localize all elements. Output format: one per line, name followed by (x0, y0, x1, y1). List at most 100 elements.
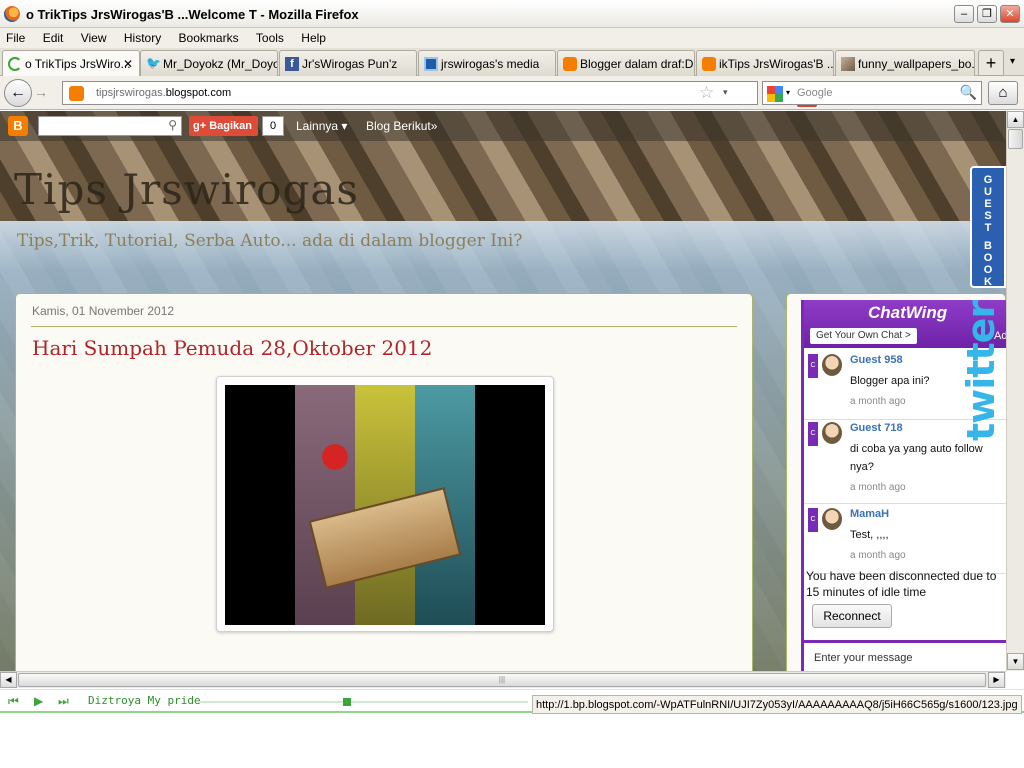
tab-4[interactable]: Blogger dalam draf:D... (557, 50, 695, 76)
message-user[interactable]: Guest 718 (850, 422, 903, 434)
tab-2[interactable]: f Jr'sWirogas Pun'z (279, 50, 417, 76)
progress-knob[interactable] (342, 698, 351, 706)
forward-button[interactable]: → (34, 84, 48, 100)
message-tag: C (808, 508, 818, 532)
post-image-frame (216, 376, 554, 632)
menu-history[interactable]: History (118, 28, 169, 45)
avatar[interactable] (822, 422, 842, 444)
scroll-thumb[interactable] (1008, 129, 1023, 149)
tab-strip: o TrikTips JrsWiro... ✕ 🐦 Mr_Doyokz (Mr_… (0, 48, 1024, 77)
bookmark-star-icon[interactable]: ☆ (699, 83, 714, 103)
tab-label: ikTips JrsWirogas'B .... (719, 57, 834, 71)
tab-list-icon[interactable]: ▾ (1010, 56, 1015, 67)
play-icon[interactable]: ▶ (34, 694, 43, 708)
new-tab-button[interactable]: + (978, 50, 1004, 76)
divider (804, 640, 1006, 643)
google-icon[interactable] (767, 86, 783, 102)
blogger-icon (69, 86, 84, 101)
divider (31, 326, 737, 327)
post-title[interactable]: Hari Sumpah Pemuda 28,Oktober 2012 (32, 336, 432, 360)
blogger-navbar: B ⚲ g+ Bagikan 0 Lainnya ▾ Blog Berikut» (0, 111, 1006, 141)
disconnected-notice: You have been disconnected due to 15 min… (806, 569, 997, 599)
twitter-follow-badge[interactable]: twitter (956, 289, 1003, 441)
search-engine-dropdown-icon[interactable]: ▾ (786, 88, 790, 97)
next-track-icon[interactable]: ⏭ (58, 694, 69, 709)
share-count: 0 (262, 116, 284, 136)
maximize-button[interactable]: ❐ (977, 5, 997, 23)
guestbook-tab[interactable]: GUESTBOOK (970, 166, 1006, 288)
gplus-share-button[interactable]: g+ Bagikan (189, 116, 259, 136)
blogger-icon (563, 57, 577, 71)
blogger-icon (702, 57, 716, 71)
chat-message-input[interactable]: Enter your message (814, 652, 912, 664)
minimize-button[interactable]: – (954, 5, 974, 23)
next-blog-link[interactable]: Blog Berikut» (366, 119, 437, 133)
tab-0[interactable]: o TrikTips JrsWiro... ✕ (2, 50, 140, 77)
blog-title[interactable]: Tips Jrswirogas (14, 165, 359, 214)
tab-3[interactable]: jrswirogas's media (418, 50, 556, 76)
menu-view[interactable]: View (75, 28, 115, 45)
message-user[interactable]: MamaH (850, 508, 889, 520)
close-window-button[interactable]: ✕ (1000, 5, 1020, 23)
blog-post: Kamis, 01 November 2012 Hari Sumpah Pemu… (15, 293, 753, 671)
page-viewport: B ⚲ g+ Bagikan 0 Lainnya ▾ Blog Berikut»… (0, 111, 1006, 671)
scroll-left-arrow-icon[interactable]: ◀ (0, 672, 17, 688)
status-url: http://1.bp.blogspot.com/-WpATFulnRNI/UJ… (532, 695, 1022, 714)
more-menu[interactable]: Lainnya ▾ (296, 119, 347, 133)
search-bar[interactable]: ▾ Google 🔍 (762, 81, 982, 105)
message-time: a month ago (850, 550, 906, 561)
gplus-icon: g+ (193, 120, 207, 132)
url-bar[interactable]: tipsjrswirogas.blogspot.com ☆ ▾ ✕ (62, 81, 817, 107)
avatar[interactable] (822, 508, 842, 530)
blog-description: Tips,Trik, Tutorial, Serba Auto... ada d… (17, 231, 523, 251)
horizontal-scrollbar[interactable]: ◀ ||| ▶ (0, 671, 1006, 688)
search-input[interactable]: Google (797, 87, 832, 99)
avatar[interactable] (822, 354, 842, 376)
url-dropdown-icon[interactable]: ▾ (723, 87, 728, 98)
chatwing-logo[interactable]: ChatWing (868, 303, 947, 323)
message-text: di coba ya yang auto follow nya? (850, 443, 983, 473)
track-progress-bar[interactable] (198, 698, 528, 706)
image-icon (841, 57, 855, 71)
reconnect-button[interactable]: Reconnect (812, 604, 892, 628)
message-user[interactable]: Guest 958 (850, 354, 903, 366)
loading-icon (8, 57, 22, 71)
vertical-scrollbar[interactable]: ▲ ▼ (1006, 111, 1024, 671)
chat-message: C MamaH Test, ,,,, a month ago (804, 504, 1006, 574)
scroll-down-arrow-icon[interactable]: ▼ (1007, 653, 1024, 670)
scroll-up-arrow-icon[interactable]: ▲ (1007, 111, 1024, 128)
dragon-icon (315, 437, 355, 477)
tab-label: funny_wallpapers_bo... (858, 57, 975, 71)
blogger-logo-icon[interactable]: B (8, 116, 28, 136)
search-icon[interactable]: ⚲ (168, 118, 177, 132)
blog-search-input[interactable]: ⚲ (38, 116, 182, 136)
post-image[interactable] (225, 385, 545, 625)
tab-label: jrswirogas's media (441, 57, 540, 71)
menu-file[interactable]: File (0, 28, 33, 45)
scroll-right-arrow-icon[interactable]: ▶ (988, 672, 1005, 688)
previous-track-icon[interactable]: ⏮ (8, 694, 19, 709)
menu-help[interactable]: Help (295, 28, 334, 45)
tab-1[interactable]: 🐦 Mr_Doyokz (Mr_Doyo... (140, 50, 278, 76)
tab-6[interactable]: funny_wallpapers_bo... (835, 50, 975, 76)
get-own-chat-button[interactable]: Get Your Own Chat > (810, 328, 917, 344)
home-button[interactable]: ⌂ (988, 81, 1018, 105)
photobucket-icon (424, 57, 438, 71)
back-button[interactable]: ← (4, 79, 32, 107)
tab-close-icon[interactable]: ✕ (123, 57, 133, 71)
message-text: Test, ,,,, (850, 529, 889, 541)
message-tag: C (808, 422, 818, 446)
window-title-bar: o TrikTips JrsWirogas'B ...Welcome T - M… (0, 0, 1024, 28)
menu-tools[interactable]: Tools (250, 28, 292, 45)
search-icon[interactable]: 🔍 (960, 84, 977, 101)
tab-label: o TrikTips JrsWiro... (25, 57, 131, 71)
menu-edit[interactable]: Edit (37, 28, 72, 45)
scroll-thumb[interactable]: ||| (18, 673, 986, 687)
track-title: Diztroya My pride (88, 694, 201, 707)
menu-bookmarks[interactable]: Bookmarks (173, 28, 247, 45)
menu-bar: File Edit View History Bookmarks Tools H… (0, 28, 1024, 48)
url-text[interactable]: tipsjrswirogas.blogspot.com (96, 87, 231, 99)
message-time: a month ago (850, 482, 906, 493)
tab-5[interactable]: ikTips JrsWirogas'B .... (696, 50, 834, 76)
message-tag: C (808, 354, 818, 378)
